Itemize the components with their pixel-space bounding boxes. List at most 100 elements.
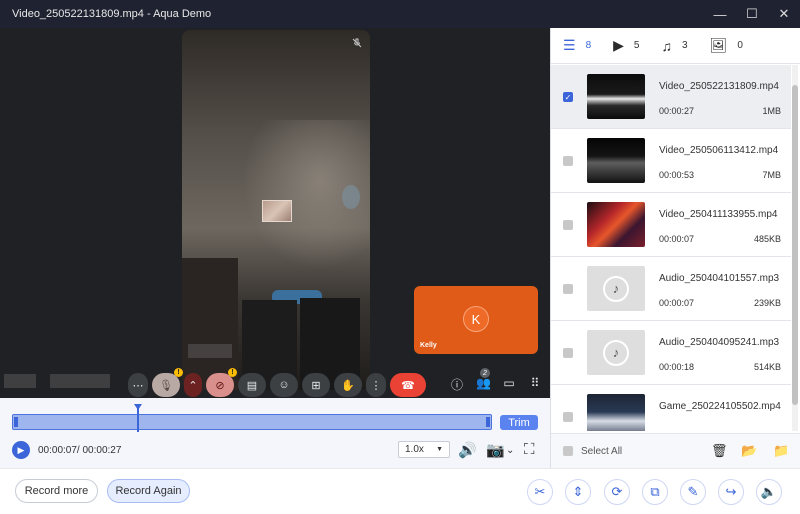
convert-icon[interactable]: ⟳ [604,479,630,505]
edit-icon[interactable]: ✎ [680,479,706,505]
item-checkbox[interactable] [563,220,573,230]
audio-thumbnail: ♪ [587,330,645,375]
share-icon[interactable]: ↪ [718,479,744,505]
present-button[interactable]: ⊞ [302,373,330,397]
chevron-up-icon: ⌃ [188,379,198,392]
window-title: Video_250522131809.mp4 - Aqua Demo [12,8,212,20]
file-duration: 00:00:07 [659,298,695,308]
close-button[interactable]: ✕ [768,0,800,28]
list-item[interactable]: ♪ Audio_250404095241.mp3 00:00:18 514KB [551,321,791,385]
video-thumbnail [587,138,645,183]
file-size: 7MB [762,170,781,180]
meeting-side-controls: ⓘ 👥 2 ▭ ⠿ [450,368,542,393]
item-checkbox[interactable] [563,412,573,422]
tab-count: 8 [585,40,592,51]
play-icon: ▶ [17,444,25,455]
select-all-label[interactable]: Select All [581,446,622,457]
file-size: 239KB [753,298,781,308]
tab-all[interactable]: ☰ 8 [563,37,591,54]
tab-images[interactable]: 🖼 0 [710,37,743,54]
captions-icon: ▤ [246,379,258,392]
list-item[interactable]: Video_250506113412.mp4 00:00:53 7MB [551,129,791,193]
item-checkbox[interactable]: ✓ [563,92,573,102]
reactions-button[interactable]: ☺ [270,373,298,397]
window-controls: — ☐ ✕ [704,0,800,28]
microphone-icon: 🎙 [159,379,173,392]
snapshot-icon[interactable]: 📷 [486,441,505,459]
volume-icon[interactable]: 🔊 [458,441,477,459]
compress-icon[interactable]: ⇕ [565,479,591,505]
speed-value: 1.0x [405,444,424,455]
more-vert-icon: ⋮ [370,379,382,392]
maximize-button[interactable]: ☐ [736,0,768,28]
record-more-button[interactable]: Record more [15,479,98,503]
emoji-icon: ☺ [278,379,290,391]
participant-tile[interactable]: K Kelly [414,286,538,354]
more-options-button[interactable]: ⋯ [128,373,148,397]
chevron-down-icon[interactable]: ⌄ [506,445,514,456]
more-vert-button[interactable]: ⋮ [366,373,386,397]
warning-icon: ! [174,368,183,377]
mic-button[interactable]: 🎙 ! [152,368,183,397]
speed-select[interactable]: 1.0x ▼ [398,441,450,458]
present-icon: ⊞ [311,379,321,392]
fullscreen-icon[interactable]: ⛶ [524,441,535,458]
item-checkbox[interactable] [563,284,573,294]
chat-icon[interactable]: ▭ [502,376,516,393]
chevron-down-icon: ▼ [436,446,443,453]
file-size: 485KB [753,234,781,244]
participant-name: Kelly [420,342,437,349]
recordings-list: ✓ Video_250522131809.mp4 00:00:27 1MB Vi… [551,65,791,431]
captions-button[interactable]: ▤ [238,373,266,397]
record-again-button[interactable]: Record Again [107,479,190,503]
end-call-button[interactable]: ☎ [390,373,426,397]
minimize-button[interactable]: — [704,0,736,28]
trash-icon[interactable]: 🗑 [711,443,728,459]
camera-options-button[interactable]: ⌃ [184,373,202,397]
people-icon[interactable]: 👥 2 [476,368,491,393]
playhead[interactable] [133,404,142,432]
bottom-bar: Record more Record Again ✂ ⇕ ⟳ ⧉ ✎ ↪ 🔈 [0,468,800,514]
list-item[interactable]: ♪ Audio_250404101557.mp3 00:00:07 239KB [551,257,791,321]
scissors-icon[interactable]: ✂ [527,479,553,505]
play-button[interactable]: ▶ [12,441,30,459]
item-checkbox[interactable] [563,348,573,358]
music-note-icon: ♪ [603,275,629,302]
raise-hand-button[interactable]: ✋ [334,373,362,397]
file-name: Audio_250404101557.mp3 [659,273,780,284]
camera-button[interactable]: ⊘ ! [206,368,237,397]
video-thumbnail [587,202,645,247]
item-checkbox[interactable] [563,156,573,166]
file-size: 1MB [762,106,781,116]
folder-icon[interactable]: 📁 [773,443,789,459]
title-bar: Video_250522131809.mp4 - Aqua Demo — ☐ ✕ [0,0,800,28]
category-tabs: ☰ 8 ▶ 5 ♫ 3 🖼 0 [551,28,800,64]
file-name: Video_250411133955.mp4 [659,209,778,220]
list-scrollbar[interactable] [792,65,798,431]
list-item[interactable]: Game_250224105502.mp4 [551,385,791,431]
trim-timeline[interactable] [12,414,492,430]
meeting-controls: ⋯ 🎙 ! ⌃ ⊘ ! ▤ ☺ ⊞ ✋ ⋮ ☎ [128,368,426,398]
file-size: 514KB [753,362,781,372]
select-all-checkbox[interactable] [563,446,573,456]
info-icon[interactable]: ⓘ [450,376,464,393]
trim-button[interactable]: Trim [500,415,538,430]
video-preview[interactable]: K Kelly ⋯ 🎙 ! ⌃ ⊘ ! ▤ ☺ ⊞ ✋ ⋮ ☎ ⓘ 👥 2 ▭ ⠿ [0,28,550,398]
avatar: K [463,306,489,332]
activities-icon[interactable]: ⠿ [528,376,542,393]
tab-count: 0 [737,40,743,51]
file-duration: 00:00:07 [659,234,695,244]
tab-video[interactable]: ▶ 5 [613,37,639,54]
warning-icon: ! [228,368,237,377]
trim-end-handle[interactable] [486,417,490,427]
tab-audio[interactable]: ♫ 3 [661,38,687,54]
list-icon: ☰ [563,37,576,53]
audio-adjust-icon[interactable]: 🔈 [756,479,782,505]
list-item[interactable]: ✓ Video_250522131809.mp4 00:00:27 1MB [551,65,791,129]
list-item[interactable]: Video_250411133955.mp4 00:00:07 485KB [551,193,791,257]
scrollbar-thumb[interactable] [792,85,798,405]
tab-count: 5 [633,40,640,51]
trim-start-handle[interactable] [14,417,18,427]
merge-icon[interactable]: ⧉ [642,479,668,505]
move-to-folder-icon[interactable]: 📂 [741,443,757,459]
